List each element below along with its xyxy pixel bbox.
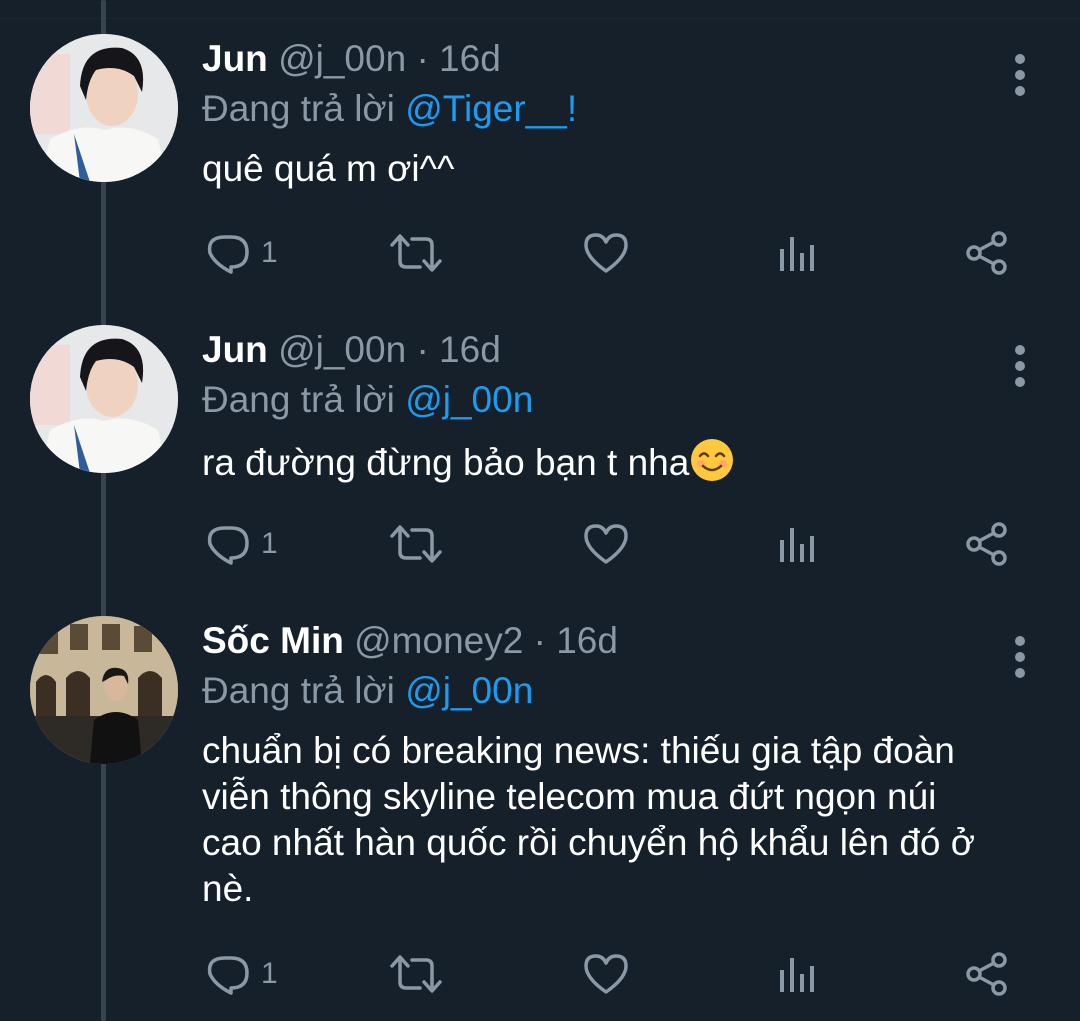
user-handle[interactable]: @j_00n [278, 38, 406, 79]
timestamp[interactable]: 16d [556, 620, 618, 661]
share-icon [966, 231, 1007, 275]
separator-dot: · [416, 329, 429, 370]
retweet-button[interactable] [388, 228, 444, 278]
top-divider [0, 0, 1080, 19]
reply-count: 1 [261, 236, 278, 269]
tweet-header: Jun @j_00n · 16d [202, 34, 501, 84]
tweet-text-line: chuẩn bị có breaking news: thiếu gia tập… [202, 730, 955, 771]
user-handle[interactable]: @money2 [354, 620, 523, 661]
tweet-text-line: nè. [202, 868, 254, 909]
heart-icon [584, 233, 628, 273]
analytics-button[interactable] [777, 949, 817, 999]
reply-button[interactable]: 1 [203, 228, 278, 278]
reply-button[interactable]: 1 [203, 519, 278, 569]
analytics-icon [780, 237, 814, 271]
replying-to: Đang trả lời @j_00n [202, 375, 533, 425]
reply-icon [207, 235, 249, 274]
smiling-face-emoji [691, 439, 734, 481]
reply-count: 1 [261, 957, 278, 990]
mention-link[interactable]: @j_00n [405, 670, 533, 711]
reply-button[interactable]: 1 [203, 949, 278, 999]
share-icon [966, 522, 1007, 566]
heart-icon [584, 524, 628, 564]
retweet-icon [390, 955, 442, 993]
replying-to: Đang trả lời @j_00n [202, 666, 533, 716]
display-name[interactable]: Sốc Min [202, 620, 344, 661]
user-handle[interactable]: @j_00n [278, 329, 406, 370]
replying-prefix: Đang trả lời [202, 670, 395, 711]
like-button[interactable] [582, 949, 630, 999]
share-button[interactable] [965, 228, 1009, 278]
share-icon [966, 952, 1007, 996]
mention-link[interactable]: @Tiger__! [405, 88, 577, 129]
share-button[interactable] [965, 949, 1009, 999]
more-vertical-icon[interactable] [1005, 343, 1035, 389]
display-name[interactable]: Jun [202, 329, 268, 370]
analytics-button[interactable] [777, 228, 817, 278]
retweet-icon [390, 234, 442, 272]
reply-icon [207, 526, 249, 565]
avatar[interactable] [30, 34, 178, 182]
reply-icon [207, 956, 249, 995]
reply-count: 1 [261, 527, 278, 560]
action-bar: 1 [0, 949, 1080, 999]
separator-dot: · [533, 620, 546, 661]
mention-link[interactable]: @j_00n [405, 379, 533, 420]
retweet-button[interactable] [388, 949, 444, 999]
tweet-text-line: cao nhất hàn quốc rồi chuyển hộ khẩu lên… [202, 822, 976, 863]
timestamp[interactable]: 16d [439, 329, 501, 370]
replying-prefix: Đang trả lời [202, 88, 395, 129]
avatar[interactable] [30, 616, 178, 764]
replying-prefix: Đang trả lời [202, 379, 395, 420]
more-vertical-icon[interactable] [1005, 634, 1035, 680]
analytics-icon [780, 528, 814, 562]
separator-dot: · [416, 38, 429, 79]
heart-icon [584, 954, 628, 994]
tweet-text-line: viễn thông skyline telecom mua đứt ngọn … [202, 776, 937, 817]
tweet-header: Jun @j_00n · 16d [202, 325, 501, 375]
tweet-text: ra đường đừng bảo bạn t nha [202, 437, 1042, 486]
tweet-header: Sốc Min @money2 · 16d [202, 616, 618, 666]
analytics-button[interactable] [777, 519, 817, 569]
tweet-text: quê quá m ơi^^ [202, 146, 1042, 192]
display-name[interactable]: Jun [202, 38, 268, 79]
action-bar: 1 [0, 228, 1080, 278]
like-button[interactable] [582, 519, 630, 569]
share-button[interactable] [965, 519, 1009, 569]
tweet-text-content: quê quá m ơi^^ [202, 148, 455, 189]
avatar[interactable] [30, 325, 178, 473]
retweet-icon [390, 525, 442, 563]
retweet-button[interactable] [388, 519, 444, 569]
tweet-text: chuẩn bị có breaking news: thiếu gia tập… [202, 728, 1042, 912]
tweet-text-content: ra đường đừng bảo bạn t nha [202, 442, 690, 483]
analytics-icon [780, 958, 814, 992]
action-bar: 1 [0, 519, 1080, 569]
replying-to: Đang trả lời @Tiger__! [202, 84, 577, 134]
timestamp[interactable]: 16d [439, 38, 501, 79]
more-vertical-icon[interactable] [1005, 52, 1035, 98]
like-button[interactable] [582, 228, 630, 278]
